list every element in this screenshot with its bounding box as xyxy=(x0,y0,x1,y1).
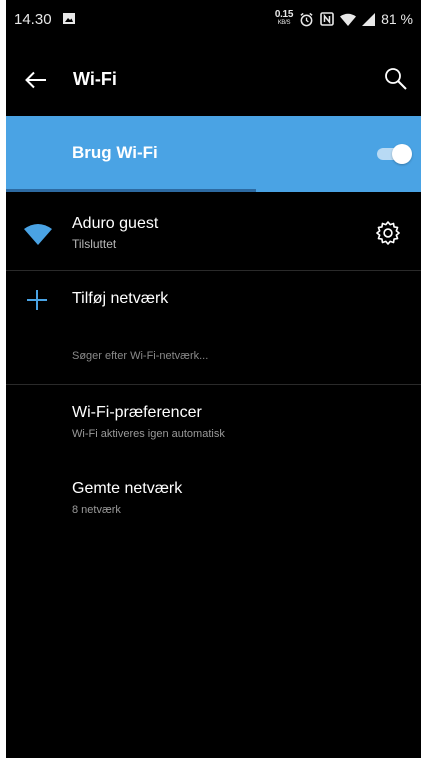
nfc-icon xyxy=(320,12,334,26)
network-status: Tilsluttet xyxy=(72,237,117,251)
wifi-preferences-item[interactable]: Wi-Fi-præferencer Wi-Fi aktiveres igen a… xyxy=(6,404,421,466)
phone-display: 14.30 0.15 KB/S 81 % Wi-Fi Brug Wi-Fi Ad… xyxy=(6,0,421,758)
cell-signal-icon xyxy=(362,12,376,26)
add-network-label: Tilføj netværk xyxy=(72,290,169,307)
wifi-preferences-title: Wi-Fi-præferencer xyxy=(72,404,202,421)
status-icons: 0.15 KB/S 81 % xyxy=(275,9,413,29)
divider xyxy=(6,270,421,271)
image-notification-icon xyxy=(63,13,75,24)
network-item-aduro-guest[interactable]: Aduro guest Tilsluttet xyxy=(6,200,421,270)
network-name: Aduro guest xyxy=(72,215,159,232)
saved-networks-subtitle: 8 netværk xyxy=(72,504,121,516)
network-speed: 0.15 KB/S xyxy=(274,9,294,28)
battery-percent: 81 % xyxy=(381,11,413,27)
wifi-toggle-row[interactable]: Brug Wi-Fi xyxy=(6,116,421,192)
app-bar: Wi-Fi xyxy=(6,52,421,108)
screen: 14.30 0.15 KB/S 81 % Wi-Fi Brug Wi-Fi Ad… xyxy=(0,0,427,758)
status-time: 14.30 xyxy=(14,11,52,28)
wifi-toggle-label: Brug Wi-Fi xyxy=(72,143,158,162)
wifi-preferences-subtitle: Wi-Fi aktiveres igen automatisk xyxy=(72,428,225,440)
scan-status-text: Søger efter Wi-Fi-netværk... xyxy=(72,350,209,362)
status-bar: 14.30 0.15 KB/S 81 % xyxy=(6,0,421,38)
saved-networks-item[interactable]: Gemte netværk 8 netværk xyxy=(6,480,421,542)
search-icon[interactable] xyxy=(381,64,411,94)
gear-icon[interactable] xyxy=(375,220,401,246)
page-title: Wi-Fi xyxy=(73,69,117,89)
divider xyxy=(6,384,421,385)
saved-networks-title: Gemte netværk xyxy=(72,480,183,497)
arrow-left-icon[interactable] xyxy=(22,66,50,94)
network-speed-value: 0.15 xyxy=(274,9,294,20)
wifi-switch[interactable] xyxy=(377,143,412,165)
plus-icon xyxy=(27,290,47,310)
network-speed-unit: KB/S xyxy=(277,20,291,26)
add-network-item[interactable]: Tilføj netværk xyxy=(6,272,421,330)
wifi-status-icon xyxy=(340,13,357,26)
wifi-switch-thumb xyxy=(392,144,412,164)
scan-progress-bar xyxy=(6,189,256,192)
alarm-icon xyxy=(300,12,313,26)
wifi-signal-icon xyxy=(24,224,52,245)
